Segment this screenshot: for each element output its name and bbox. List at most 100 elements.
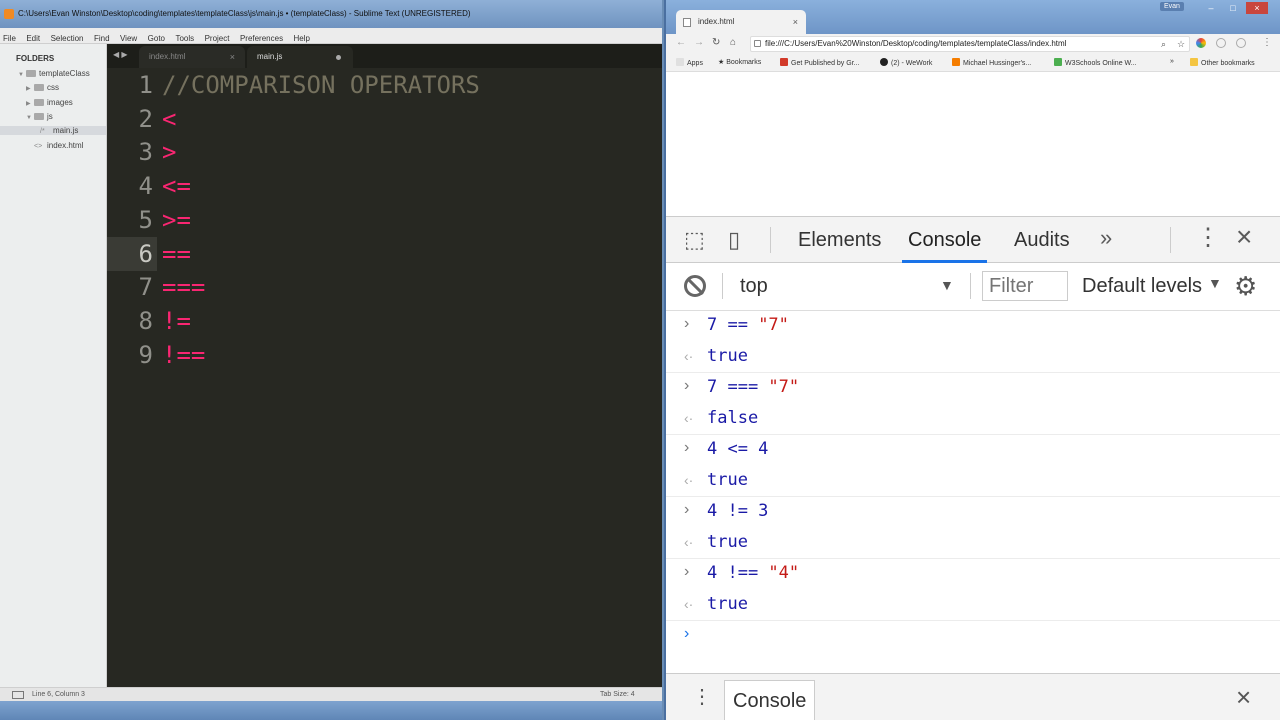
bookmarks-overflow[interactable]: » — [1170, 58, 1174, 65]
expanded-arrow-icon: ▼ — [18, 72, 24, 78]
panel-toggle-icon[interactable] — [12, 691, 24, 699]
bookmark-w3schools[interactable]: W3Schools Online W... — [1054, 58, 1137, 67]
clear-console-icon[interactable] — [684, 275, 706, 297]
console-prompt[interactable]: › — [666, 621, 1280, 653]
extension-icon[interactable] — [1236, 38, 1246, 48]
gear-icon[interactable]: ⚙ — [1234, 271, 1257, 302]
tab-main-js[interactable]: main.js — [247, 46, 353, 68]
forward-icon[interactable]: → — [694, 37, 704, 48]
tree-label: js — [47, 112, 53, 121]
close-devtools-icon[interactable]: × — [1236, 221, 1252, 253]
dropdown-arrow-icon[interactable]: ▼ — [940, 277, 954, 293]
console-result-row: ‹· true — [666, 528, 1280, 559]
code-editor[interactable]: 1 //COMPARISON OPERATORS 2 < 3 > 4 <= 5 … — [107, 68, 662, 687]
console-result-row: ‹· true — [666, 466, 1280, 497]
page-info-icon[interactable] — [754, 40, 761, 47]
tree-label: templateClass — [39, 69, 90, 78]
expanded-arrow-icon: ▼ — [26, 115, 32, 121]
tree-folder-css[interactable]: ▶ css — [26, 83, 59, 92]
chrome-window: index.html × Evan – □ × ← → ↻ ⌂ file:///… — [664, 0, 1280, 720]
chrome-menu-icon[interactable]: ⋮ — [1262, 37, 1272, 48]
sublime-title-text: C:\Users\Evan Winston\Desktop\coding\tem… — [18, 9, 471, 18]
code-line: 4 <= — [107, 169, 662, 203]
line-number: 5 — [138, 206, 153, 234]
tab-label: index.html — [149, 52, 186, 61]
code-line: 1 //COMPARISON OPERATORS — [107, 68, 662, 102]
tree-file-main-js[interactable]: /* main.js — [0, 126, 106, 135]
context-selector[interactable]: top — [740, 273, 768, 299]
tab-console[interactable]: Console — [902, 217, 988, 263]
log-levels-selector[interactable]: Default levels — [1082, 273, 1202, 299]
divider — [970, 273, 971, 299]
filter-input[interactable] — [982, 271, 1068, 301]
tree-file-index-html[interactable]: <> index.html — [34, 141, 83, 150]
tab-audits[interactable]: Audits — [1014, 217, 1070, 263]
close-icon[interactable]: × — [230, 46, 235, 68]
bookmark-bookmarks[interactable]: ★ Bookmarks — [718, 58, 761, 66]
tree-folder-js[interactable]: ▼ js — [26, 112, 53, 121]
reload-icon[interactable]: ↻ — [712, 37, 720, 48]
code-text: > — [162, 138, 177, 166]
window-close-icon[interactable]: × — [1246, 2, 1268, 14]
minimize-icon[interactable]: – — [1200, 2, 1222, 14]
browser-tab[interactable]: index.html × — [676, 10, 806, 34]
star-icon: ★ — [718, 59, 727, 66]
bookmark-wework[interactable]: (2) - WeWork — [880, 58, 932, 67]
output-chevron-icon: ‹· — [684, 534, 694, 550]
home-icon[interactable]: ⌂ — [730, 37, 736, 48]
sidebar: FOLDERS ▼ templateClass ▶ css ▶ images ▼ js … — [0, 44, 107, 687]
bookmark-get-published[interactable]: Get Published by Gr... — [780, 58, 859, 67]
close-icon[interactable]: × — [793, 10, 798, 34]
code-file-icon: <> — [34, 143, 43, 150]
bookmark-label: (2) - WeWork — [891, 60, 933, 67]
drawer-menu-icon[interactable]: ⋮ — [692, 682, 712, 712]
more-tabs-icon[interactable]: » — [1100, 225, 1112, 251]
bookmark-apps[interactable]: Apps — [676, 58, 703, 67]
tree-folder-images[interactable]: ▶ images — [26, 98, 73, 107]
tab-nav-arrows-icon[interactable]: ◀ ▶ — [113, 50, 128, 59]
close-drawer-icon[interactable]: × — [1236, 682, 1251, 712]
divider — [770, 227, 771, 253]
line-number: 1 — [138, 71, 153, 99]
output-chevron-icon: ‹· — [684, 472, 694, 488]
console-result: true — [707, 532, 748, 552]
tab-index-html[interactable]: index.html × — [139, 46, 245, 68]
tree-label: images — [47, 98, 73, 107]
line-number: 6 — [107, 237, 157, 271]
bookmark-other[interactable]: Other bookmarks — [1190, 58, 1255, 67]
folder-icon — [26, 70, 36, 77]
devtools-menu-icon[interactable]: ⋮ — [1196, 223, 1220, 252]
bookmark-michael[interactable]: Michael Hussinger's... — [952, 58, 1031, 67]
star-icon[interactable]: ☆ — [1177, 37, 1185, 51]
output-chevron-icon: ‹· — [684, 348, 694, 364]
profile-badge[interactable]: Evan — [1160, 2, 1184, 11]
dropdown-arrow-icon[interactable]: ▼ — [1208, 275, 1222, 291]
extension-icon[interactable] — [1216, 38, 1226, 48]
folder-icon — [34, 99, 44, 106]
extension-icon[interactable] — [1196, 38, 1206, 48]
drawer-tab-console[interactable]: Console — [724, 680, 816, 720]
device-toolbar-icon[interactable]: ▯ — [728, 227, 740, 253]
zoom-icon[interactable]: ⌕ — [1161, 37, 1166, 51]
inspect-element-icon[interactable]: ⬚ — [684, 227, 705, 253]
devtools-panel: ⬚ ▯ Elements Console Audits » ⋮ × top ▼ … — [666, 216, 1280, 720]
tab-size[interactable]: Tab Size: 4 — [600, 688, 635, 702]
apps-grid-icon — [676, 58, 684, 66]
tree-label: main.js — [53, 126, 79, 135]
input-chevron-icon: › — [684, 315, 690, 332]
code-line: 9 !== — [107, 338, 662, 372]
tab-elements[interactable]: Elements — [798, 217, 881, 263]
bookmark-label: W3Schools Online W... — [1065, 60, 1137, 67]
output-chevron-icon: ‹· — [684, 410, 694, 426]
bookmark-label: Other bookmarks — [1201, 60, 1255, 67]
code-text: !== — [162, 341, 206, 369]
unsaved-dot-icon[interactable] — [336, 55, 341, 60]
address-bar[interactable]: file:///C:/Users/Evan%20Winston/Desktop/… — [750, 36, 1190, 52]
console-expression: 4 <= 4 — [707, 439, 769, 459]
page-content — [666, 72, 1280, 216]
browser-tab-title: index.html — [698, 17, 735, 26]
tree-root-folder[interactable]: ▼ templateClass — [18, 69, 90, 78]
back-icon[interactable]: ← — [676, 37, 686, 48]
tree-label: index.html — [47, 141, 84, 150]
maximize-icon[interactable]: □ — [1222, 2, 1244, 14]
